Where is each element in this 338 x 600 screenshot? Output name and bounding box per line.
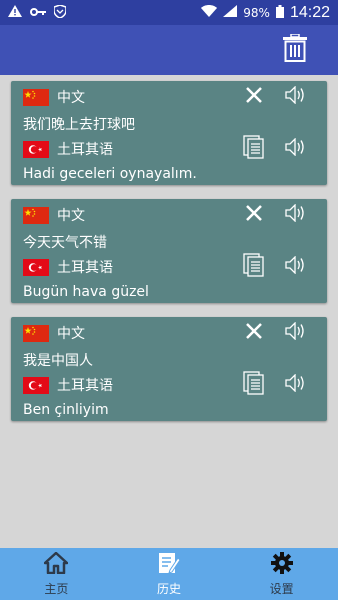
home-icon: [44, 551, 69, 578]
source-lang-label: 中文: [57, 326, 85, 342]
copy-button[interactable]: [241, 371, 267, 399]
remove-entry-button[interactable]: [241, 203, 267, 227]
china-flag-icon: [23, 88, 49, 106]
source-lang-label: 中文: [57, 208, 85, 224]
history-card[interactable]: 中文 今天天气不错 土耳其语 Bugün hava güzel: [11, 199, 327, 303]
target-text: Ben çinliyim: [23, 402, 109, 418]
play-source-button[interactable]: [283, 85, 309, 109]
history-list: 中文 我们晚上去打球吧 土耳其语 Hadi geceleri oynayalım…: [11, 81, 327, 435]
play-source-button[interactable]: [283, 321, 309, 345]
nav-item-home[interactable]: 主页: [0, 548, 113, 600]
source-text: 我们晚上去打球吧: [23, 117, 135, 133]
target-lang-label: 土耳其语: [57, 378, 113, 394]
shield-icon: [53, 3, 67, 21]
trash-icon: [283, 33, 307, 66]
close-icon: [246, 87, 262, 107]
speaker-icon: [285, 137, 307, 160]
nav-label-home: 主页: [44, 581, 69, 596]
source-text: 今天天气不错: [23, 235, 107, 251]
turkey-flag-icon: [23, 140, 49, 158]
play-target-button[interactable]: [283, 373, 309, 397]
play-source-button[interactable]: [283, 203, 309, 227]
battery-icon: [275, 4, 284, 21]
nav-item-history[interactable]: 历史: [113, 548, 226, 600]
speaker-icon: [285, 85, 307, 108]
key-icon: [30, 6, 46, 20]
target-lang-label: 土耳其语: [57, 260, 113, 276]
china-flag-icon: [23, 324, 49, 342]
remove-entry-button[interactable]: [241, 85, 267, 109]
target-lang-row: 土耳其语: [23, 373, 113, 397]
remove-entry-button[interactable]: [241, 321, 267, 345]
source-lang-label: 中文: [57, 90, 85, 106]
turkey-flag-icon: [23, 258, 49, 276]
target-lang-label: 土耳其语: [57, 142, 113, 158]
source-text: 我是中国人: [23, 353, 93, 369]
nav-item-settings[interactable]: 设置: [225, 548, 338, 600]
turkey-flag-icon: [23, 376, 49, 394]
wifi-icon: [201, 5, 218, 20]
clock: 14:22: [289, 3, 330, 21]
speaker-icon: [285, 255, 307, 278]
copy-button[interactable]: [241, 253, 267, 281]
gear-icon: [270, 551, 293, 578]
close-icon: [246, 323, 262, 343]
copy-icon: [243, 253, 265, 281]
speaker-icon: [285, 373, 307, 396]
nav-label-history: 历史: [157, 581, 182, 596]
status-bar: 98% 14:22: [0, 0, 338, 25]
signal-icon: [223, 5, 238, 20]
speaker-icon: [285, 203, 307, 226]
source-lang-row: 中文: [23, 85, 85, 109]
copy-icon: [243, 371, 265, 399]
copy-button[interactable]: [241, 135, 267, 163]
target-text: Hadi geceleri oynayalım.: [23, 166, 197, 182]
target-lang-row: 土耳其语: [23, 137, 113, 161]
speaker-icon: [285, 321, 307, 344]
close-icon: [246, 205, 262, 225]
battery-percent: 98%: [243, 5, 270, 20]
nav-label-settings: 设置: [269, 581, 294, 596]
history-card[interactable]: 中文 我是中国人 土耳其语 Ben çinliyim: [11, 317, 327, 421]
delete-all-button[interactable]: [280, 33, 310, 66]
warning-icon: [8, 5, 22, 20]
source-lang-row: 中文: [23, 203, 85, 227]
target-lang-row: 土耳其语: [23, 255, 113, 279]
play-target-button[interactable]: [283, 255, 309, 279]
play-target-button[interactable]: [283, 137, 309, 161]
app-bar: [0, 25, 338, 75]
target-text: Bugün hava güzel: [23, 284, 149, 300]
source-lang-row: 中文: [23, 321, 85, 345]
china-flag-icon: [23, 206, 49, 224]
history-card[interactable]: 中文 我们晚上去打球吧 土耳其语 Hadi geceleri oynayalım…: [11, 81, 327, 185]
history-icon: [158, 552, 181, 578]
bottom-nav: 主页 历史 设置: [0, 548, 338, 600]
copy-icon: [243, 135, 265, 163]
